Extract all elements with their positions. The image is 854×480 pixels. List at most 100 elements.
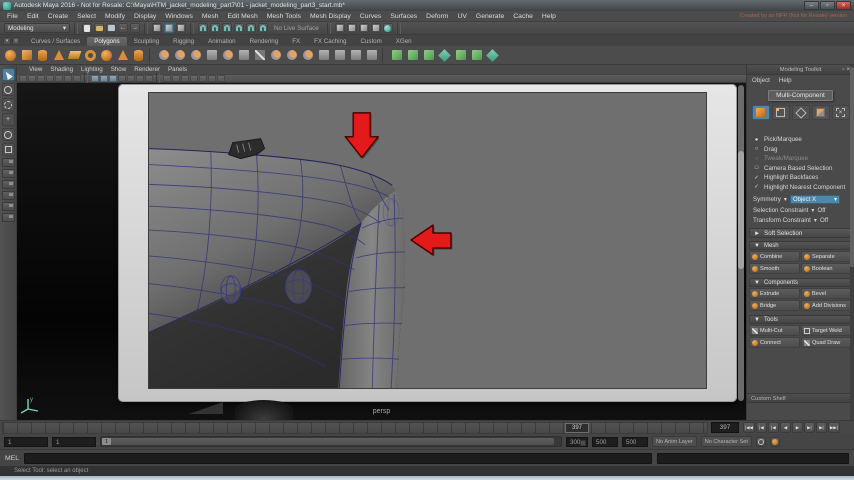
launch-render-view-icon[interactable] (370, 23, 381, 33)
toolkit-menu-object[interactable]: Object (752, 77, 770, 84)
components-section-header[interactable]: ▼ Components (749, 278, 852, 287)
open-scene-icon[interactable] (94, 23, 104, 33)
viewport-panel[interactable]: View Shading Lighting Show Renderer Pane… (17, 65, 746, 420)
render-globe-icon[interactable] (382, 23, 393, 33)
playback-start-field[interactable]: 1 (52, 436, 96, 447)
combine-icon[interactable] (156, 48, 171, 63)
ipr-render-icon[interactable] (346, 23, 357, 33)
camera-attributes-icon[interactable] (37, 75, 45, 82)
tab-fx[interactable]: FX (285, 37, 307, 46)
chevron-down-icon[interactable]: ▾ (811, 207, 814, 214)
extrude-button[interactable]: Extrude (749, 288, 800, 299)
mel-label[interactable]: MEL (5, 455, 19, 462)
chevron-down-icon[interactable]: ▾ (784, 196, 787, 203)
panel-menu-view[interactable]: View (29, 66, 42, 73)
render-settings-icon[interactable] (358, 23, 369, 33)
image-plane-icon[interactable] (55, 75, 63, 82)
make-live-icon[interactable] (258, 23, 268, 33)
poly-sphere-icon[interactable] (3, 48, 18, 63)
grid-icon[interactable] (91, 75, 99, 82)
shelf-tab-icon[interactable]: ≡ (12, 37, 20, 45)
extrude-icon[interactable] (236, 48, 251, 63)
grease-pencil-icon[interactable] (73, 75, 81, 82)
soft-selection-header[interactable]: ► Soft Selection (749, 228, 852, 238)
mirror-geometry-icon[interactable] (220, 48, 235, 63)
menu-deform[interactable]: Deform (426, 13, 448, 20)
character-set-button[interactable]: No Character Set (700, 436, 752, 447)
panel-menu-lighting[interactable]: Lighting (81, 66, 103, 73)
bevel-button[interactable]: Bevel (801, 288, 852, 299)
quad-cube-icon[interactable] (437, 48, 452, 63)
quad-grid-icon[interactable] (469, 48, 484, 63)
scrollbar-handle[interactable] (850, 67, 854, 267)
sculpt-tool-icon[interactable] (332, 48, 347, 63)
bookmark-icon[interactable] (46, 75, 54, 82)
poly-cone-icon[interactable] (51, 48, 66, 63)
snap-point-icon[interactable] (222, 23, 232, 33)
toolkit-scrollbar[interactable] (850, 65, 854, 420)
object-mode-tile[interactable] (751, 105, 770, 120)
menu-surfaces[interactable]: Surfaces (390, 13, 417, 20)
tab-sculpting[interactable]: Sculpting (127, 37, 166, 46)
custom-shelf-header[interactable]: Custom Shelf (747, 393, 850, 403)
poly-reduce-icon[interactable] (364, 48, 379, 63)
smooth-icon[interactable] (300, 48, 315, 63)
layout-persp-graph[interactable] (1, 202, 15, 211)
menu-edit-mesh[interactable]: Edit Mesh (228, 13, 258, 20)
range-slider-track[interactable]: 1 (100, 436, 562, 447)
face-mode-tile[interactable] (811, 105, 830, 120)
smooth-button[interactable]: Smooth (749, 263, 800, 274)
move-tool[interactable]: + (1, 113, 15, 126)
multi-component-tile[interactable]: × (831, 105, 850, 120)
quad-relax-icon[interactable] (453, 48, 468, 63)
chevron-down-icon[interactable]: ▾ (814, 217, 817, 224)
target-weld-button[interactable]: Target Weld (801, 325, 852, 336)
animation-end-field[interactable]: 500 (592, 436, 618, 447)
render-icon[interactable] (334, 23, 345, 33)
occlusion-icon[interactable] (208, 75, 216, 82)
step-forward-frame-button[interactable]: ▶| (815, 422, 827, 433)
tab-custom[interactable]: Custom (353, 37, 388, 46)
transform-constraint-value[interactable]: Off (820, 217, 828, 224)
drag-option[interactable]: ○ Drag (753, 145, 854, 155)
menu-mesh[interactable]: Mesh (202, 13, 219, 20)
scrollbar-handle[interactable] (738, 151, 744, 269)
shaded-icon[interactable] (172, 75, 180, 82)
pick-marquee-option[interactable]: ● Pick/Marquee (753, 135, 854, 145)
layout-persp-outliner[interactable] (1, 191, 15, 200)
poly-cylinder-icon[interactable] (35, 48, 50, 63)
xgen-tool-icon[interactable] (485, 48, 500, 63)
boolean-difference-icon[interactable] (188, 48, 203, 63)
vertex-mode-tile[interactable] (771, 105, 790, 120)
overlay-scrollbar[interactable] (738, 85, 744, 401)
time-slider[interactable]: 397 397 |◀◀ |◀ |◀ ◀ ▶ ▶| ▶| ▶▶| (0, 420, 854, 434)
bridge-button[interactable]: Bridge (749, 300, 800, 311)
panel-menu-shading[interactable]: Shading (50, 66, 73, 73)
quad-fill-icon[interactable] (421, 48, 436, 63)
camera-based-selection-option[interactable]: □ Camera Based Selection (753, 164, 854, 174)
animation-preferences-icon[interactable] (769, 436, 780, 447)
xray-icon[interactable] (217, 75, 225, 82)
scale-tool[interactable] (1, 143, 15, 156)
panel-menu-panels[interactable]: Panels (168, 66, 187, 73)
poly-torus-icon[interactable] (83, 48, 98, 63)
close-button[interactable]: × (836, 1, 851, 10)
snap-view-plane-icon[interactable] (246, 23, 256, 33)
lattice-icon[interactable] (348, 48, 363, 63)
separate-button[interactable]: Separate (801, 251, 852, 262)
safe-title-icon[interactable] (145, 75, 153, 82)
menu-help[interactable]: Help (542, 13, 556, 20)
edge-mode-tile[interactable] (791, 105, 810, 120)
tab-rigging[interactable]: Rigging (166, 37, 201, 46)
make-live-icon[interactable] (405, 48, 420, 63)
tab-rendering[interactable]: Rendering (243, 37, 286, 46)
field-chart-icon[interactable] (127, 75, 135, 82)
resolution-gate-icon[interactable] (109, 75, 117, 82)
range-start-handle[interactable]: 1 (102, 438, 111, 445)
panel-menu-show[interactable]: Show (111, 66, 126, 73)
wireframe-icon[interactable] (163, 75, 171, 82)
select-camera-icon[interactable] (19, 75, 27, 82)
play-backwards-button[interactable]: ◀ (779, 422, 791, 433)
poly-disc-icon[interactable] (99, 48, 114, 63)
lasso-tool[interactable] (1, 83, 15, 96)
